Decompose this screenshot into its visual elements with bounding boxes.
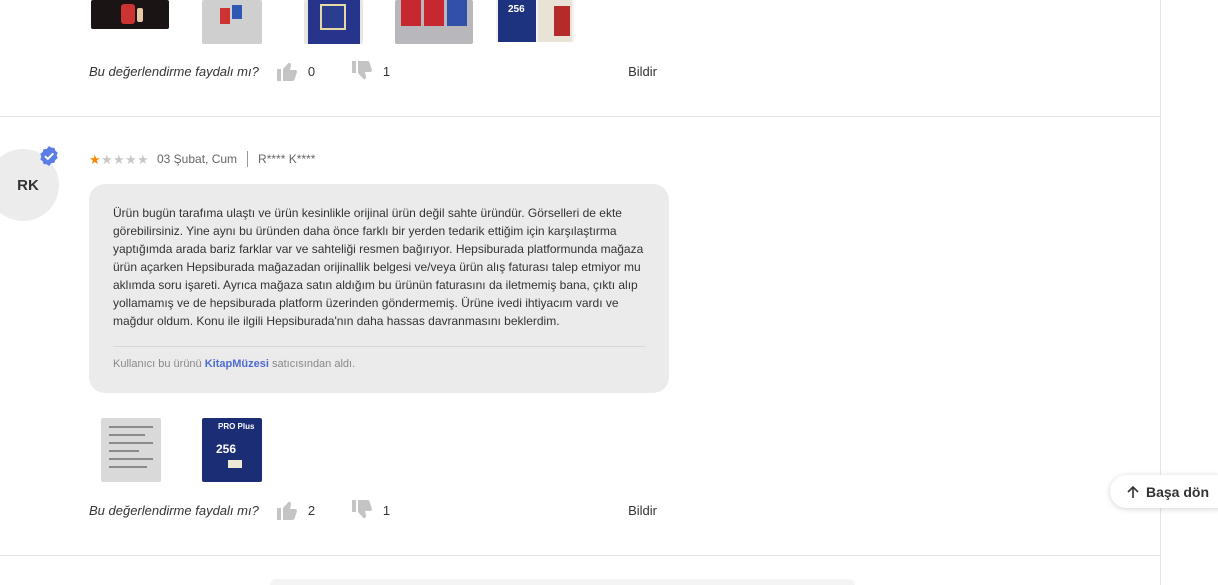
back-to-top-label: Başa dön [1146,483,1210,500]
review-image-2[interactable] [202,0,262,44]
dislike-count: 1 [382,502,391,518]
review-image-5[interactable]: 256 [496,0,574,42]
star-icon: ★ [113,151,125,167]
review-image-4[interactable] [395,0,473,44]
review-text: Ürün bugün tarafıma ulaştı ve ürün kesin… [113,206,644,328]
helpful-row: Bu değerlendirme faydalı mı? 0 1 Bildir [89,56,659,86]
seller-link[interactable]: KitapMüzesi [205,358,269,370]
review-author: R**** K**** [258,152,316,166]
thumbs-down-icon[interactable] [350,498,374,522]
star-icon: ★ [137,151,149,167]
star-icon: ★ [89,151,101,167]
seller-suffix: satıcısından aldı. [268,358,356,370]
report-button[interactable]: Bildir [628,503,657,518]
like-count: 2 [307,502,316,518]
package-capacity: 256 [216,442,237,456]
next-review-preview [270,579,855,585]
verified-badge-icon [40,146,58,166]
review-image-back[interactable] [101,418,161,482]
helpful-question: Bu değerlendirme faydalı mı? [89,502,259,518]
review-bubble: Ürün bugün tarafıma ulaştı ve ürün kesin… [89,184,669,393]
review-image-3[interactable] [304,0,363,44]
seller-prefix: Kullanıcı bu ürünü [113,358,205,370]
star-icon: ★ [125,151,137,167]
review-image-front[interactable]: PRO Plus 256 [202,418,262,482]
thumbs-up-icon[interactable] [275,59,299,83]
arrow-up-icon [1127,485,1139,498]
package-brand: PRO Plus [218,422,255,431]
like-count: 0 [307,63,316,79]
dislike-count: 1 [382,63,391,79]
thumbs-up-icon[interactable] [275,498,299,522]
review-divider [0,116,1161,117]
star-rating: ★ ★ ★ ★ ★ [89,153,149,166]
helpful-row: Bu değerlendirme faydalı mı? 2 1 Bildir [89,495,659,525]
review-date: 03 Şubat, Cum [157,152,238,166]
thumbs-down-icon[interactable] [350,59,374,83]
back-to-top-button[interactable]: Başa dön [1110,475,1218,508]
helpful-question: Bu değerlendirme faydalı mı? [89,63,259,79]
review-meta: ★ ★ ★ ★ ★ 03 Şubat, Cum R**** K**** [89,150,315,168]
review-image-1[interactable] [91,0,169,29]
report-button[interactable]: Bildir [628,64,657,79]
star-icon: ★ [101,151,113,167]
reviews-column: 256 Bu değerlendirme faydalı mı? 0 1 Bil… [0,0,1161,585]
bubble-divider [113,346,645,347]
meta-separator [247,151,249,167]
seller-info: Kullanıcı bu ürünü KitapMüzesi satıcısın… [113,358,355,370]
review-divider [0,555,1161,556]
